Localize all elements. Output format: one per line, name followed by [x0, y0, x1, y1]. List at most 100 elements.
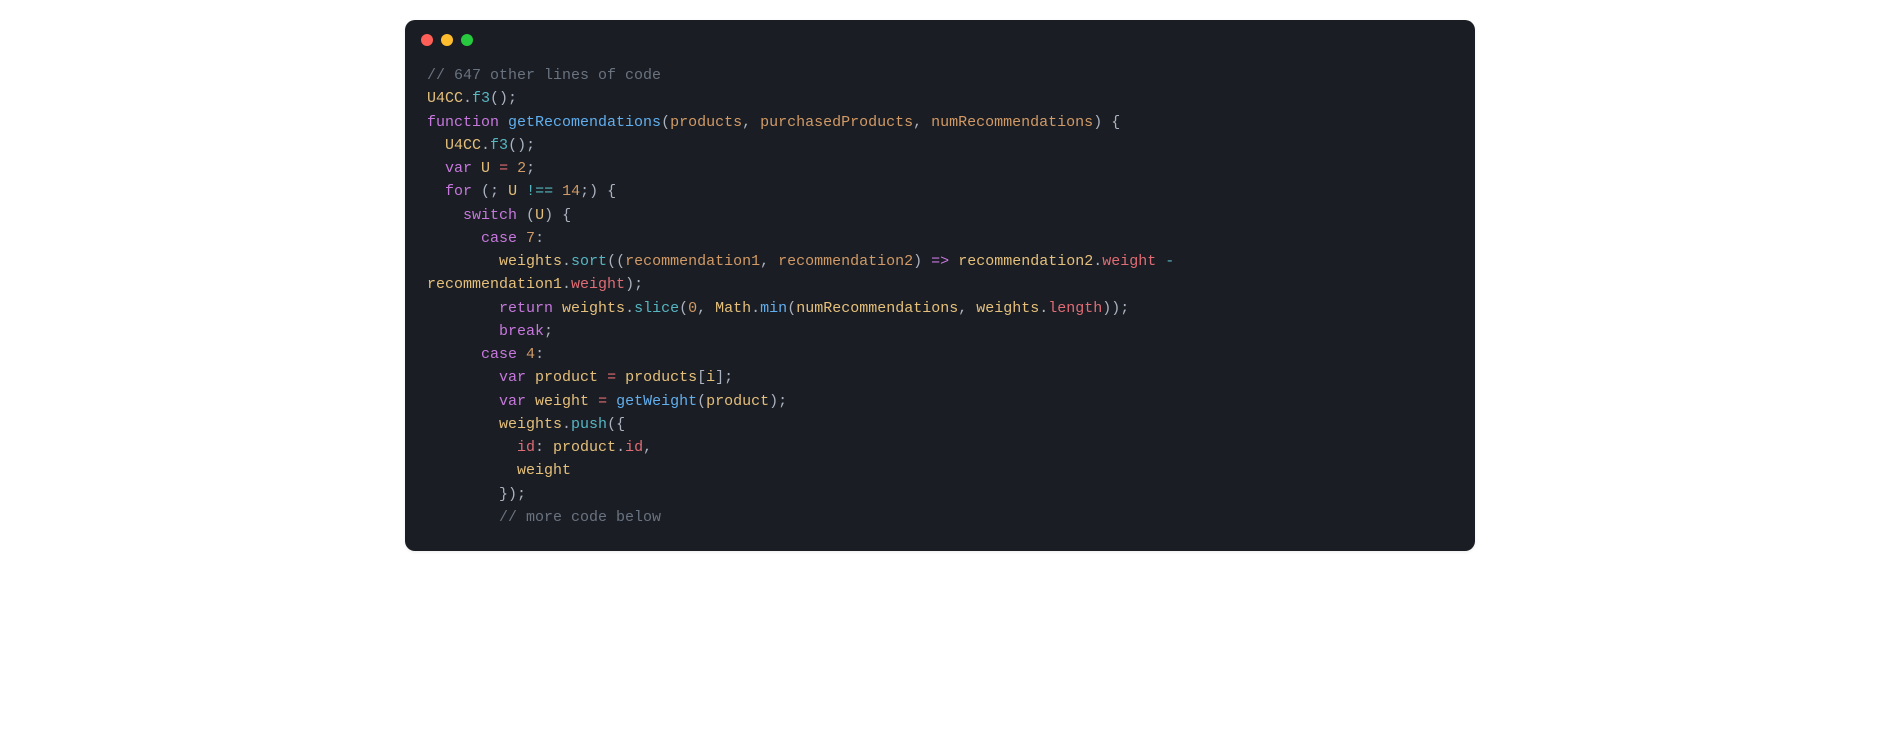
code-punct: ,: [697, 300, 715, 317]
code-punct: ({: [607, 416, 625, 433]
code-punct: ();: [490, 90, 517, 107]
code-punct: .: [616, 439, 625, 456]
code-punct: :: [535, 346, 544, 363]
code-function-name: getWeight: [616, 393, 697, 410]
code-method: push: [571, 416, 607, 433]
window-titlebar: [405, 20, 1475, 54]
code-number: 14: [562, 183, 580, 200]
code-punct: (: [697, 393, 706, 410]
code-punct: .: [562, 276, 571, 293]
code-editor-window: // 647 other lines of code U4CC.f3(); fu…: [405, 20, 1475, 551]
maximize-icon[interactable]: [461, 34, 473, 46]
code-method: sort: [571, 253, 607, 270]
code-identifier: weights: [976, 300, 1039, 317]
code-keyword: case: [481, 346, 517, 363]
code-keyword: var: [445, 160, 472, 177]
code-comment: // 647 other lines of code: [427, 67, 661, 84]
code-punct: ;) {: [580, 183, 616, 200]
code-punct: ;: [526, 160, 535, 177]
code-identifier: Math: [715, 300, 751, 317]
code-punct: ,: [643, 439, 652, 456]
code-property: length: [1048, 300, 1102, 317]
code-punct: ;: [544, 323, 553, 340]
code-identifier: weights: [499, 253, 562, 270]
code-prop-name: id: [517, 439, 535, 456]
code-punct: (: [679, 300, 688, 317]
code-punct: .: [463, 90, 472, 107]
code-punct: ,: [913, 114, 931, 131]
code-identifier: U4CC: [445, 137, 481, 154]
code-method: min: [760, 300, 787, 317]
code-identifier: products: [625, 369, 697, 386]
code-op: =: [598, 393, 607, 410]
code-punct: :: [535, 439, 553, 456]
code-number: 4: [526, 346, 535, 363]
code-keyword: return: [499, 300, 553, 317]
code-keyword: for: [445, 183, 472, 200]
code-punct: .: [625, 300, 634, 317]
code-punct: (;: [481, 183, 508, 200]
code-punct: ();: [508, 137, 535, 154]
code-punct: (: [787, 300, 796, 317]
code-number: 2: [517, 160, 526, 177]
code-identifier: product: [706, 393, 769, 410]
code-punct: ) {: [544, 207, 571, 224]
code-punct: ): [913, 253, 931, 270]
code-punct: .: [562, 416, 571, 433]
code-punct: (: [526, 207, 535, 224]
code-punct: ((: [607, 253, 625, 270]
code-method: slice: [634, 300, 679, 317]
code-param: recommendation1: [625, 253, 760, 270]
code-punct: ,: [760, 253, 778, 270]
code-identifier: recommendation2: [958, 253, 1093, 270]
code-punct: .: [481, 137, 490, 154]
code-op: =: [499, 160, 508, 177]
code-identifier: U: [481, 160, 490, 177]
code-op: -: [1165, 253, 1174, 270]
close-icon[interactable]: [421, 34, 433, 46]
code-punct: .: [562, 253, 571, 270]
code-identifier: U: [508, 183, 517, 200]
code-keyword: switch: [463, 207, 517, 224]
code-op: !==: [526, 183, 553, 200]
code-property: id: [625, 439, 643, 456]
code-property: weight: [1102, 253, 1156, 270]
code-param: products: [670, 114, 742, 131]
code-op: =: [607, 369, 616, 386]
code-identifier: product: [553, 439, 616, 456]
code-keyword: var: [499, 393, 526, 410]
code-punct: ];: [715, 369, 733, 386]
code-comment: // more code below: [499, 509, 661, 526]
code-punct: });: [499, 486, 526, 503]
code-number: 7: [526, 230, 535, 247]
code-identifier: product: [535, 369, 598, 386]
code-punct: );: [769, 393, 787, 410]
code-param: numRecommendations: [931, 114, 1093, 131]
code-punct: );: [625, 276, 643, 293]
code-keyword: break: [499, 323, 544, 340]
code-punct: (: [661, 114, 670, 131]
code-identifier: numRecommendations: [796, 300, 958, 317]
code-method: f3: [472, 90, 490, 107]
code-identifier: U4CC: [427, 90, 463, 107]
code-identifier: recommendation1: [427, 276, 562, 293]
code-keyword: function: [427, 114, 499, 131]
code-punct: ,: [958, 300, 976, 317]
code-identifier: weight: [517, 462, 571, 479]
code-punct: ) {: [1093, 114, 1120, 131]
code-punct: [: [697, 369, 706, 386]
code-method: f3: [490, 137, 508, 154]
code-keyword: var: [499, 369, 526, 386]
code-number: 0: [688, 300, 697, 317]
code-identifier: weights: [562, 300, 625, 317]
code-identifier: i: [706, 369, 715, 386]
code-punct: .: [1093, 253, 1102, 270]
code-punct: ,: [742, 114, 760, 131]
code-arrow: =>: [931, 253, 949, 270]
code-content: // 647 other lines of code U4CC.f3(); fu…: [405, 54, 1475, 551]
code-punct: :: [535, 230, 544, 247]
code-identifier: weight: [535, 393, 589, 410]
code-function-name: getRecomendations: [508, 114, 661, 131]
minimize-icon[interactable]: [441, 34, 453, 46]
code-keyword: case: [481, 230, 517, 247]
